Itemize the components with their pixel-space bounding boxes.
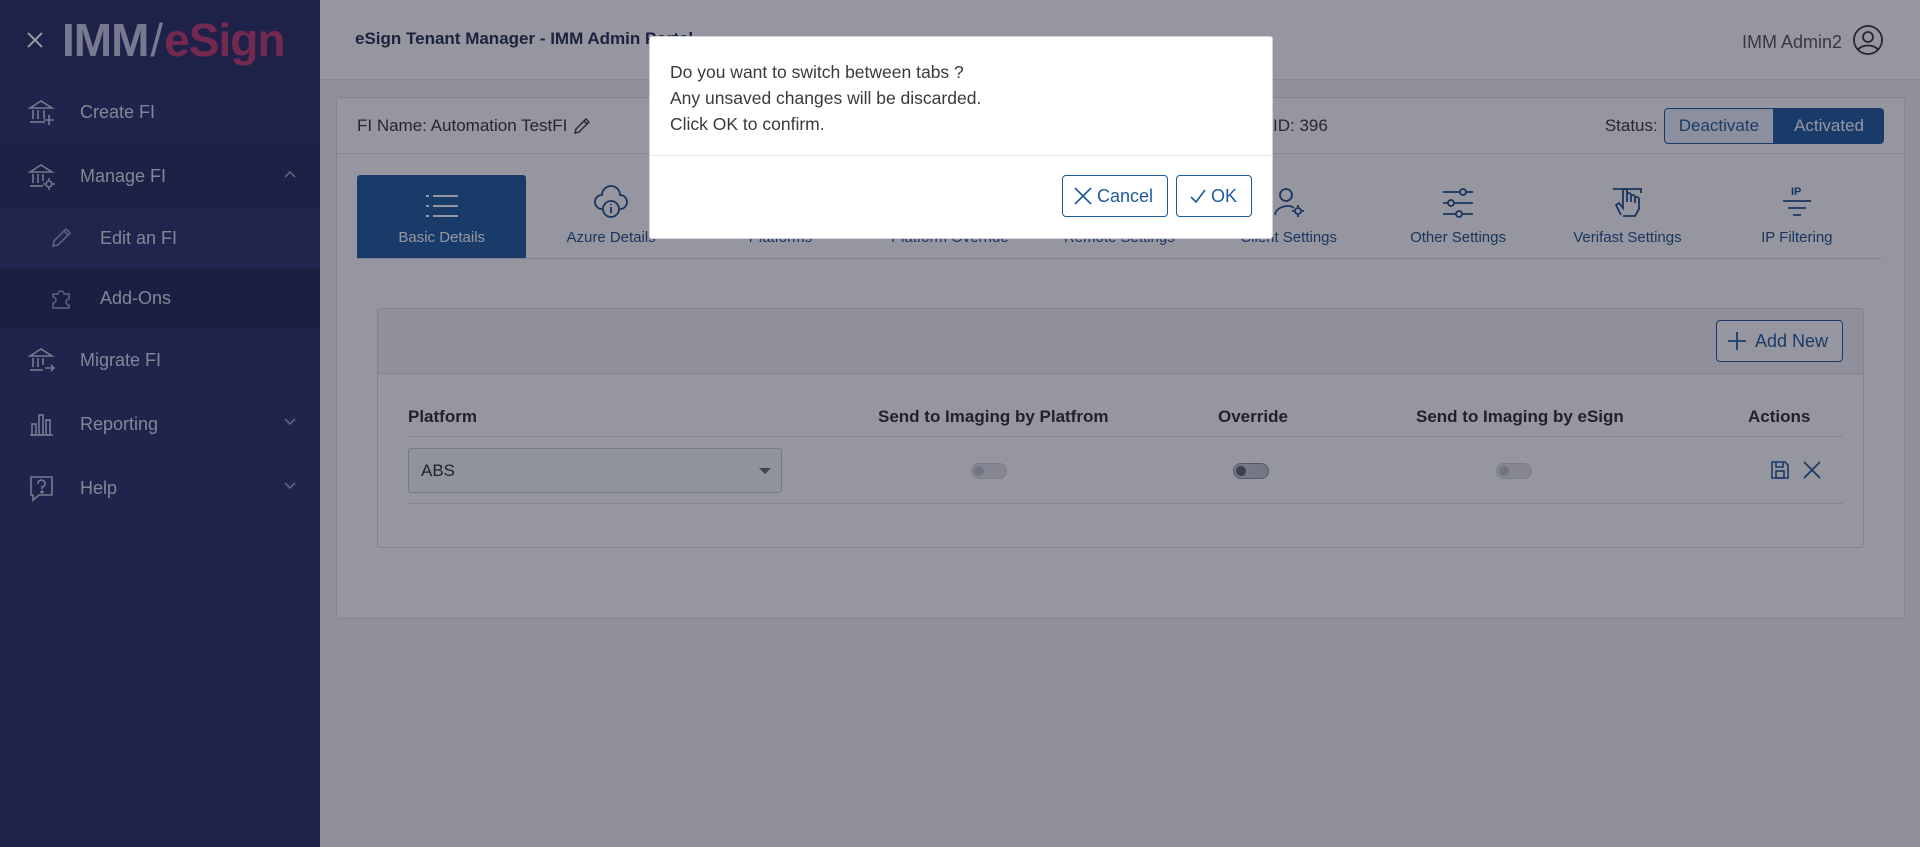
check-icon — [1190, 189, 1206, 204]
ok-label: OK — [1210, 185, 1237, 206]
dialog-message-line3: Click OK to confirm. — [670, 114, 825, 134]
cancel-label: Cancel — [1096, 185, 1153, 206]
dialog-message-line2: Any unsaved changes will be discarded. — [670, 88, 982, 108]
confirm-dialog: Do you want to switch between tabs ? Any… — [649, 36, 1273, 239]
dialog-message-line1: Do you want to switch between tabs ? — [670, 62, 964, 82]
ok-button[interactable]: OK — [1175, 175, 1252, 217]
cancel-button[interactable]: Cancel — [1061, 175, 1168, 217]
dialog-body: Do you want to switch between tabs ? Any… — [650, 37, 1272, 156]
dialog-footer: Cancel OK — [650, 156, 1272, 239]
close-icon — [1074, 187, 1092, 205]
